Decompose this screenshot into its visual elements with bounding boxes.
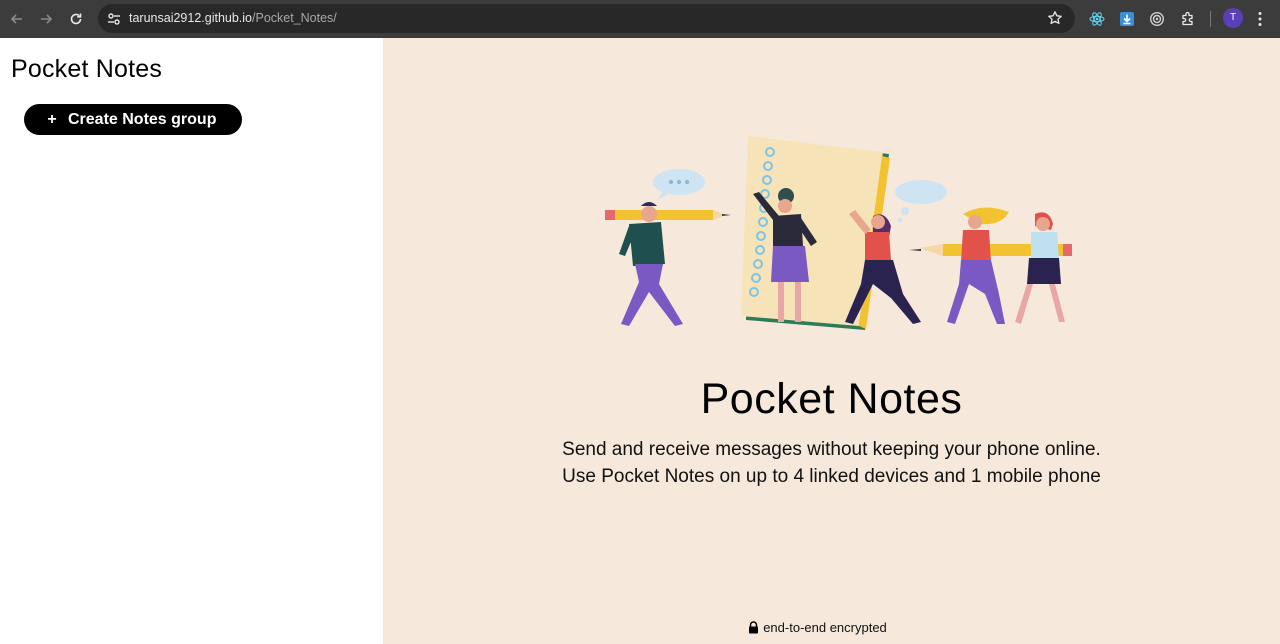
bookmark-star-icon[interactable] (1047, 10, 1063, 26)
hero-description: Send and receive messages without keepin… (383, 436, 1280, 490)
toolbar-separator (1210, 11, 1211, 27)
url-path: /Pocket_Notes/ (252, 11, 337, 25)
address-bar[interactable]: tarunsai2912.github.io/Pocket_Notes/ (98, 4, 1075, 33)
encryption-note: end-to-end encrypted (383, 620, 1280, 635)
react-devtools-icon[interactable] (1087, 9, 1107, 29)
main-panel: Pocket Notes Send and receive messages w… (383, 38, 1280, 644)
plus-icon: + (47, 110, 57, 128)
menu-dots-icon[interactable] (1258, 11, 1262, 27)
url-host: tarunsai2912.github.io (129, 11, 253, 25)
back-arrow-icon[interactable] (7, 9, 27, 29)
create-notes-group-label: Create Notes group (68, 110, 217, 128)
reload-icon[interactable] (66, 9, 86, 29)
circle-target-icon[interactable] (1147, 9, 1167, 29)
encryption-note-text: end-to-end encrypted (763, 620, 887, 635)
forward-arrow-icon[interactable] (36, 9, 56, 29)
hero-illustration (605, 136, 1072, 330)
extensions-puzzle-icon[interactable] (1178, 9, 1198, 29)
hero-title: Pocket Notes (700, 375, 963, 423)
lock-icon (749, 621, 759, 634)
man-with-pencil-icon (605, 202, 731, 326)
profile-avatar[interactable]: T (1223, 8, 1243, 28)
url-text[interactable]: tarunsai2912.github.io/Pocket_Notes/ (129, 11, 337, 26)
create-notes-group-button[interactable]: + Create Notes group (24, 104, 242, 135)
app-title: Pocket Notes (11, 55, 163, 83)
speech-bubble-icon (895, 180, 947, 204)
browser-toolbar: tarunsai2912.github.io/Pocket_Notes/ T (0, 0, 1280, 38)
women-carrying-pencil-icon (909, 207, 1072, 324)
site-settings-icon[interactable] (106, 11, 122, 27)
hero-description-line-2: Use Pocket Notes on up to 4 linked devic… (562, 466, 1101, 487)
download-icon[interactable] (1117, 9, 1137, 29)
hero-description-line-1: Send and receive messages without keepin… (562, 439, 1101, 460)
sidebar: Pocket Notes + Create Notes group (0, 38, 383, 644)
